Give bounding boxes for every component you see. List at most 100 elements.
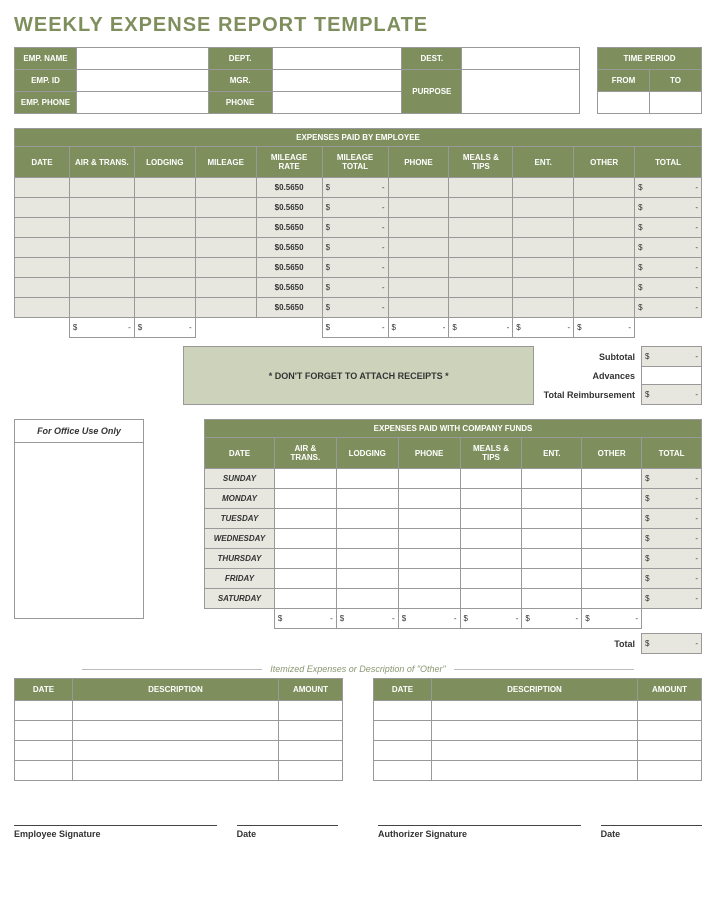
cell-lodging[interactable]: [336, 589, 398, 609]
cell-date[interactable]: [15, 741, 73, 761]
cell-lodging[interactable]: [336, 569, 398, 589]
cell-date[interactable]: [374, 721, 432, 741]
cell-ent[interactable]: [513, 298, 574, 318]
cell-other[interactable]: [574, 258, 635, 278]
cell-mileage[interactable]: [195, 258, 256, 278]
cell-date[interactable]: [15, 198, 70, 218]
emp-date-line[interactable]: Date: [237, 825, 338, 839]
cell-date[interactable]: [15, 238, 70, 258]
cell-phone[interactable]: [398, 509, 460, 529]
cell-ent[interactable]: [513, 198, 574, 218]
input-phone[interactable]: [272, 92, 402, 114]
cell-date[interactable]: [15, 258, 70, 278]
cell-amount[interactable]: [279, 721, 343, 741]
cell-mileage[interactable]: [195, 178, 256, 198]
cell-phone[interactable]: [388, 238, 449, 258]
cell-air[interactable]: [274, 509, 336, 529]
cell-air[interactable]: [69, 198, 134, 218]
cell-ent[interactable]: [522, 569, 582, 589]
cell-lodging[interactable]: [134, 178, 195, 198]
cell-phone[interactable]: [388, 258, 449, 278]
cell-date[interactable]: [15, 701, 73, 721]
cell-meals[interactable]: [449, 278, 513, 298]
cell-phone[interactable]: [398, 529, 460, 549]
cell-amount[interactable]: [279, 741, 343, 761]
cell-air[interactable]: [274, 489, 336, 509]
cell-desc[interactable]: [432, 741, 638, 761]
cell-desc[interactable]: [73, 761, 279, 781]
cell-date[interactable]: [15, 178, 70, 198]
cell-ent[interactable]: [522, 509, 582, 529]
cell-meals[interactable]: [449, 258, 513, 278]
cell-air[interactable]: [69, 278, 134, 298]
input-emp-name[interactable]: [76, 48, 208, 70]
cell-meals[interactable]: [449, 178, 513, 198]
cell-date[interactable]: [374, 741, 432, 761]
cell-ent[interactable]: [513, 218, 574, 238]
cell-meals[interactable]: [460, 589, 522, 609]
cell-desc[interactable]: [73, 701, 279, 721]
cell-mileage[interactable]: [195, 238, 256, 258]
cell-other[interactable]: [582, 529, 642, 549]
cell-phone[interactable]: [388, 278, 449, 298]
cell-lodging[interactable]: [134, 218, 195, 238]
input-emp-phone[interactable]: [76, 92, 208, 114]
cell-date[interactable]: [15, 298, 70, 318]
cell-ent[interactable]: [513, 238, 574, 258]
cell-phone[interactable]: [398, 589, 460, 609]
cell-amount[interactable]: [638, 741, 702, 761]
advances-value[interactable]: [642, 367, 702, 385]
cell-date[interactable]: [15, 721, 73, 741]
cell-meals[interactable]: [460, 529, 522, 549]
auth-date-line[interactable]: Date: [601, 825, 702, 839]
cell-other[interactable]: [582, 489, 642, 509]
cell-meals[interactable]: [460, 549, 522, 569]
cell-other[interactable]: [582, 469, 642, 489]
cell-other[interactable]: [574, 198, 635, 218]
cell-lodging[interactable]: [336, 529, 398, 549]
cell-mileage[interactable]: [195, 198, 256, 218]
input-purpose[interactable]: [462, 70, 580, 114]
cell-lodging[interactable]: [134, 198, 195, 218]
cell-desc[interactable]: [73, 721, 279, 741]
cell-air[interactable]: [274, 529, 336, 549]
cell-amount[interactable]: [638, 721, 702, 741]
cell-air[interactable]: [274, 569, 336, 589]
cell-meals[interactable]: [449, 198, 513, 218]
cell-ent[interactable]: [513, 258, 574, 278]
cell-desc[interactable]: [73, 741, 279, 761]
input-emp-id[interactable]: [76, 70, 208, 92]
cell-lodging[interactable]: [336, 509, 398, 529]
cell-mileage[interactable]: [195, 278, 256, 298]
cell-lodging[interactable]: [336, 489, 398, 509]
cell-amount[interactable]: [279, 761, 343, 781]
cell-meals[interactable]: [460, 509, 522, 529]
cell-lodging[interactable]: [134, 258, 195, 278]
cell-ent[interactable]: [522, 489, 582, 509]
cell-lodging[interactable]: [336, 469, 398, 489]
employee-signature-line[interactable]: Employee Signature: [14, 825, 217, 839]
cell-amount[interactable]: [279, 701, 343, 721]
cell-ent[interactable]: [522, 549, 582, 569]
cell-amount[interactable]: [638, 701, 702, 721]
cell-other[interactable]: [582, 509, 642, 529]
cell-air[interactable]: [69, 238, 134, 258]
input-to[interactable]: [649, 92, 701, 114]
cell-air[interactable]: [69, 258, 134, 278]
cell-phone[interactable]: [388, 178, 449, 198]
input-dept[interactable]: [272, 48, 402, 70]
cell-meals[interactable]: [460, 569, 522, 589]
cell-ent[interactable]: [522, 529, 582, 549]
cell-phone[interactable]: [398, 549, 460, 569]
cell-phone[interactable]: [398, 489, 460, 509]
cell-meals[interactable]: [449, 298, 513, 318]
input-from[interactable]: [598, 92, 650, 114]
cell-lodging[interactable]: [336, 549, 398, 569]
cell-phone[interactable]: [388, 198, 449, 218]
cell-air[interactable]: [69, 218, 134, 238]
cell-desc[interactable]: [432, 761, 638, 781]
cell-date[interactable]: [15, 278, 70, 298]
cell-ent[interactable]: [513, 278, 574, 298]
cell-date[interactable]: [374, 701, 432, 721]
cell-other[interactable]: [574, 238, 635, 258]
